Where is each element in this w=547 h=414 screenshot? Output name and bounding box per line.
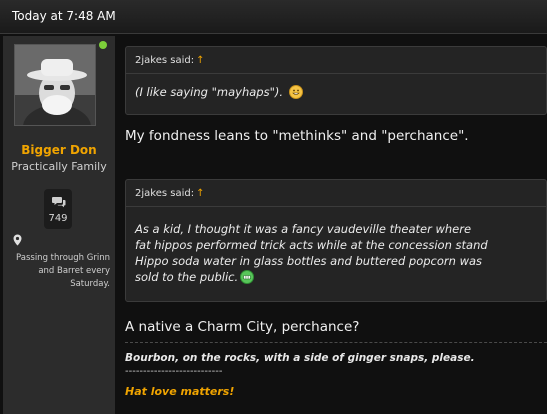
quote-divider (126, 206, 546, 207)
signature-divider (125, 342, 547, 343)
post-text-1: My fondness leans to "methinks" and "per… (125, 128, 469, 144)
signature-line-1: Bourbon, on the rocks, with a side of gi… (125, 352, 475, 364)
big-grin-smiley-icon (240, 270, 255, 284)
quote-block-1: 2jakes said: ↑ (I like saying "mayhaps"). (125, 46, 547, 115)
quote-line: Hippo soda water in glass bottles and bu… (135, 254, 483, 268)
quote-text: (I like saying "mayhaps"). (135, 84, 303, 100)
jump-to-quote-icon[interactable]: ↑ (196, 55, 204, 66)
signature-line-3: Hat love matters! (125, 385, 235, 398)
quote-line-last: sold to the public. (135, 269, 488, 285)
quote-line: As a kid, I thought it was a fancy vaude… (135, 222, 472, 236)
post-text-2: A native a Charm City, perchance? (125, 319, 360, 335)
user-title: Practically Family (11, 160, 107, 173)
post-header: Today at 7:48 AM (0, 0, 547, 34)
quote-line: sold to the public. (135, 270, 239, 284)
message-count: 749 (48, 213, 68, 224)
signature-line-2: --------------------------- (125, 366, 223, 377)
quote-text: As a kid, I thought it was a fancy vaude… (135, 221, 488, 285)
quote-block-2: 2jakes said: ↑ As a kid, I thought it was… (125, 179, 547, 302)
online-status-indicator (99, 41, 107, 49)
username-link[interactable]: Bigger Don (3, 143, 115, 157)
post-timestamp[interactable]: Today at 7:48 AM (12, 9, 116, 23)
jump-to-quote-icon[interactable]: ↑ (196, 188, 204, 199)
grin-smiley-icon (288, 85, 303, 99)
message-count-box[interactable]: 749 (44, 189, 72, 229)
quote-author[interactable]: 2jakes said: (135, 55, 194, 66)
map-pin-icon (13, 234, 22, 246)
quote-attribution[interactable]: 2jakes said: ↑ (135, 55, 204, 66)
user-location[interactable]: Passing through Grinn and Barret every S… (14, 252, 110, 291)
quote-author[interactable]: 2jakes said: (135, 188, 194, 199)
chat-bubbles-icon (52, 197, 66, 208)
quote-attribution[interactable]: 2jakes said: ↑ (135, 188, 204, 199)
quote-line: (I like saying "mayhaps"). (135, 85, 284, 99)
avatar[interactable] (14, 44, 96, 126)
quote-divider (126, 73, 546, 74)
quote-line: fat hippos performed trick acts while at… (135, 238, 488, 252)
post-content: 2jakes said: ↑ (I like saying "mayhaps").… (115, 36, 547, 414)
